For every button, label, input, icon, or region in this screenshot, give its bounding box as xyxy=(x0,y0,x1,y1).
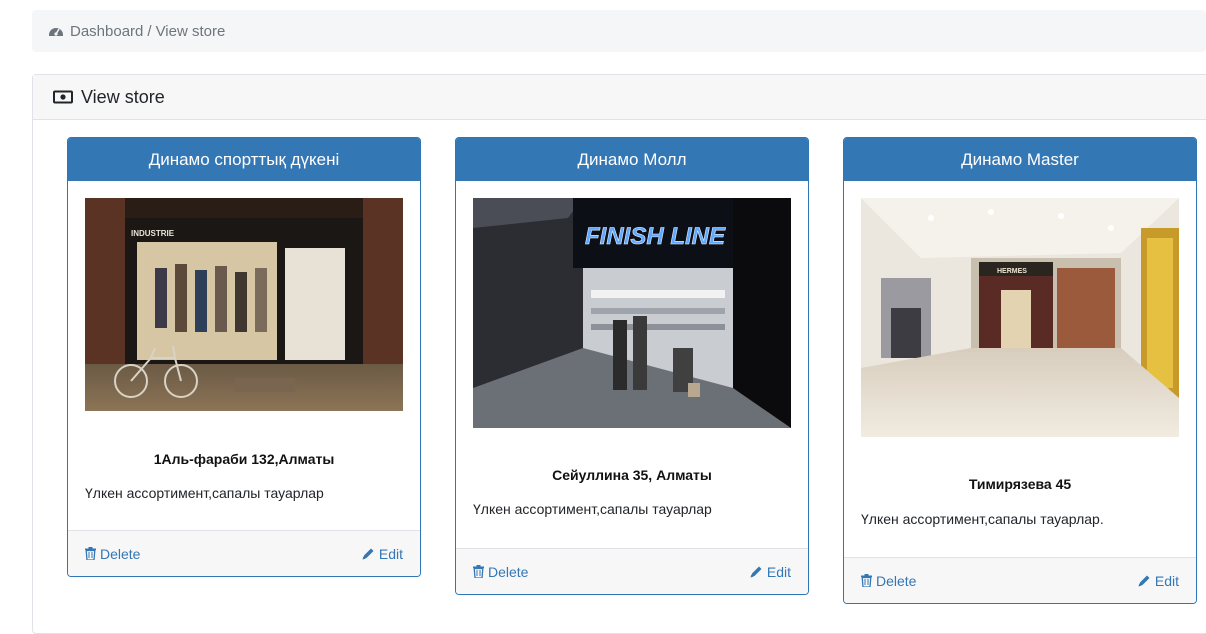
store-address: Тимирязева 45 xyxy=(968,476,1072,492)
breadcrumb-separator: / xyxy=(147,22,152,40)
store-name: Динамо спорттық дүкені xyxy=(68,138,420,181)
trash-icon xyxy=(473,565,484,578)
store-sign: HERMES xyxy=(997,268,1027,275)
edit-label: Edit xyxy=(766,563,791,580)
delete-label: Delete xyxy=(100,545,141,562)
card-footer: Delete Edit xyxy=(456,548,808,594)
delete-button[interactable]: Delete xyxy=(473,564,528,580)
edit-button[interactable]: Edit xyxy=(749,564,791,580)
store-description: Үлкен ассортимент,сапалы тауарлар xyxy=(85,485,324,501)
store-name: Динамо Master xyxy=(844,138,1196,181)
delete-label: Delete xyxy=(488,563,529,580)
store-card: Динамо Молл FINISH LINE Сейуллина 35, Ал… xyxy=(455,137,809,595)
card-footer: Delete Edit xyxy=(68,530,420,576)
delete-label: Delete xyxy=(876,572,917,589)
pencil-icon xyxy=(1137,574,1151,588)
finish-line-store-photo: FINISH LINE xyxy=(473,198,791,428)
dashboard-icon xyxy=(48,24,64,38)
svg-text:INDUSTRIE: INDUSTRIE xyxy=(131,229,175,238)
panel-title: View store xyxy=(81,86,165,107)
storefront-photo: INDUSTRIE xyxy=(85,198,403,411)
card-footer: Delete Edit xyxy=(844,557,1196,603)
breadcrumb-current: View store xyxy=(155,22,226,40)
pencil-icon xyxy=(361,547,375,561)
edit-button[interactable]: Edit xyxy=(1137,573,1179,589)
pencil-icon xyxy=(749,565,763,579)
edit-label: Edit xyxy=(378,545,403,562)
breadcrumb: Dashboard / View store xyxy=(32,10,1206,52)
store-address: 1Аль-фараби 132,Алматы xyxy=(153,451,335,467)
store-card: Динамо Master HERMES Тимирязева 45 Үлкен… xyxy=(843,137,1197,604)
trash-icon xyxy=(861,574,872,587)
edit-label: Edit xyxy=(1154,572,1179,589)
store-description: Үлкен ассортимент,сапалы тауарлар xyxy=(473,501,712,517)
store-card: Динамо спорттық дүкені INDUSTRIE 1Аль-фа… xyxy=(67,137,421,577)
breadcrumb-dashboard-link[interactable]: Dashboard xyxy=(70,23,143,40)
panel-header: View store xyxy=(33,75,1206,120)
banknote-icon xyxy=(53,90,73,104)
mall-interior-photo: HERMES xyxy=(861,198,1179,437)
delete-button[interactable]: Delete xyxy=(85,546,140,562)
store-sign: FINISH LINE xyxy=(585,223,726,250)
store-address: Сейуллина 35, Алматы xyxy=(552,467,712,483)
edit-button[interactable]: Edit xyxy=(361,546,403,562)
store-description: Үлкен ассортимент,сапалы тауарлар. xyxy=(861,511,1104,527)
delete-button[interactable]: Delete xyxy=(861,573,916,589)
store-name: Динамо Молл xyxy=(456,138,808,181)
trash-icon xyxy=(85,547,96,560)
